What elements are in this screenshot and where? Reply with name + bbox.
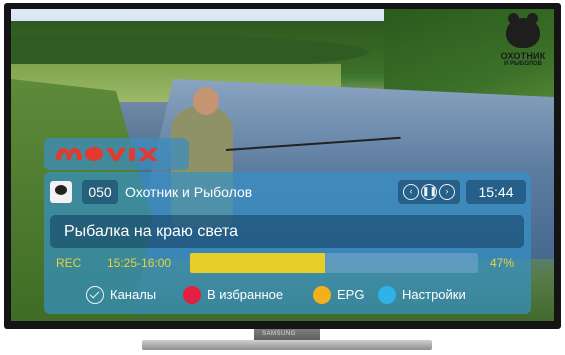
channel-logo: ОХОТНИК И РЫБОЛОВ [496, 13, 550, 67]
movix-logo-icon [56, 147, 158, 161]
action-epg-label: EPG [337, 287, 365, 302]
playback-controls: ‹ ❚❚ › [398, 180, 460, 204]
action-channels-label: Каналы [110, 287, 157, 302]
action-settings-label: Настройки [402, 287, 466, 302]
channel-logo-line2: И РЫБОЛОВ [504, 61, 542, 67]
clock: 15:44 [466, 180, 526, 204]
next-icon[interactable]: › [439, 184, 455, 200]
blue-button-icon [378, 286, 396, 304]
channel-thumbnail-icon [50, 181, 72, 203]
program-title: Рыбалка на краю света [50, 215, 524, 248]
bear-icon [506, 13, 540, 48]
pause-icon[interactable]: ❚❚ [421, 184, 437, 200]
tv-stand [142, 340, 432, 350]
prev-icon[interactable]: ‹ [403, 184, 419, 200]
action-channels[interactable]: Каналы [86, 285, 156, 305]
action-favorites-label: В избранное [207, 287, 284, 302]
action-settings[interactable]: Настройки [378, 285, 466, 305]
rec-label: REC [56, 256, 82, 270]
tv-brand: SAMSUNG [262, 331, 296, 337]
progress-percent: 47% [490, 256, 515, 270]
brand-logo [44, 138, 189, 170]
channel-number: 050 [82, 180, 118, 204]
progress-bar-fill [190, 253, 326, 273]
yellow-button-icon [313, 286, 331, 304]
action-favorites[interactable]: В избранное [183, 285, 283, 305]
red-button-icon [183, 286, 201, 304]
channel-name: Охотник и Рыболов [125, 184, 253, 200]
program-time: 15:25-16:00 [107, 256, 172, 270]
progress-bar [190, 253, 478, 273]
action-epg[interactable]: EPG [313, 285, 364, 305]
fisherman-head [193, 87, 219, 115]
channel-logo-line1: ОХОТНИК [500, 51, 546, 61]
checkmark-icon [86, 286, 104, 304]
